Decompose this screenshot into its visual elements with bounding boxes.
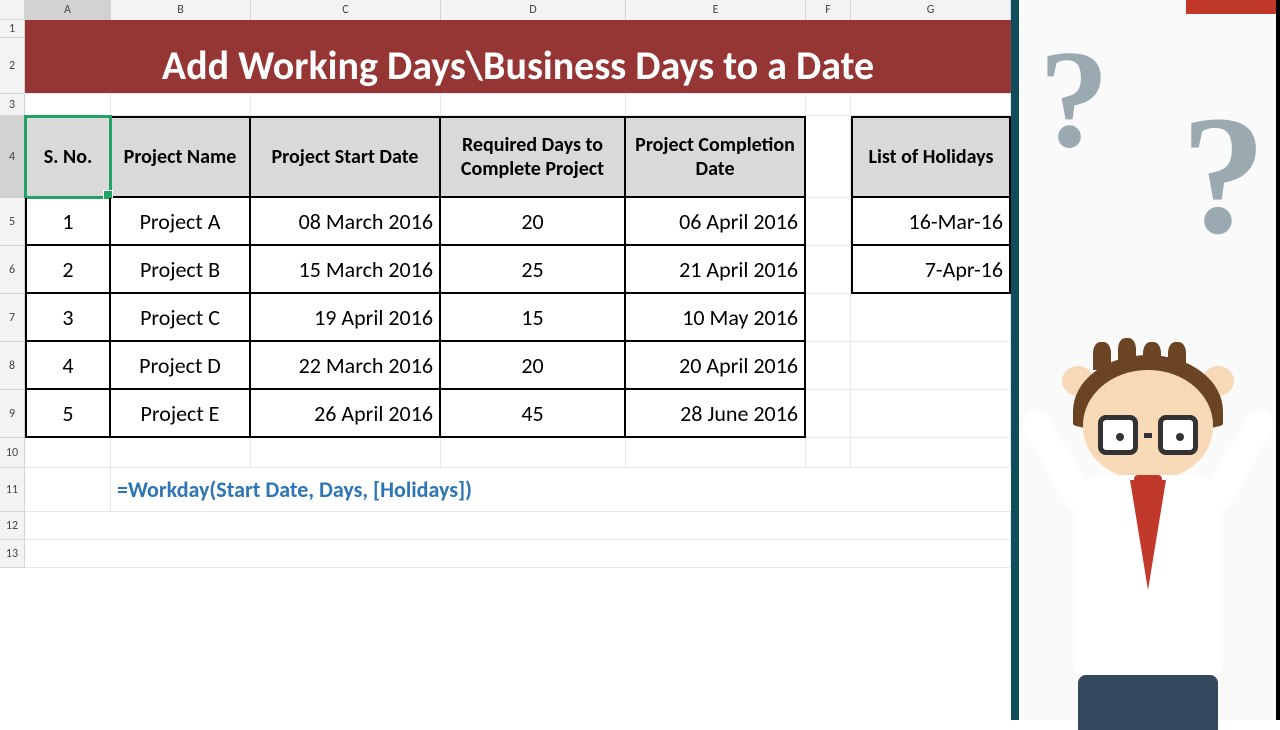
cell-holiday[interactable]: 7-Apr-16	[851, 246, 1011, 294]
cell-required-days[interactable]: 45	[441, 390, 626, 438]
table-row: 95Project E26 April 20164528 June 2016	[0, 390, 1011, 438]
cell-sno[interactable]: 3	[25, 294, 111, 342]
col-head-F[interactable]: F	[806, 0, 851, 20]
row-head-2[interactable]: 2	[0, 38, 25, 94]
cell-completion-date[interactable]: 20 April 2016	[626, 342, 806, 390]
cell-project-name[interactable]: Project B	[111, 246, 251, 294]
row-head-3[interactable]: 3	[0, 94, 25, 116]
cell-start-date[interactable]: 22 March 2016	[251, 342, 441, 390]
col-head-B[interactable]: B	[111, 0, 251, 20]
col-head-G[interactable]: G	[851, 0, 1011, 20]
cell-project-name[interactable]: Project D	[111, 342, 251, 390]
cell-required-days[interactable]: 25	[441, 246, 626, 294]
row-head-4[interactable]: 4	[0, 116, 25, 198]
question-mark-icon: ?	[1181, 90, 1266, 260]
title-cell[interactable]: Add Working Days\Business Days to a Date	[25, 38, 1011, 94]
cell-sno[interactable]: 2	[25, 246, 111, 294]
cell-sno[interactable]: 1	[25, 198, 111, 246]
cell-completion-date[interactable]: 28 June 2016	[626, 390, 806, 438]
row-head-13[interactable]: 13	[0, 540, 25, 568]
col-head-E[interactable]: E	[626, 0, 806, 20]
table-row: 84Project D22 March 20162020 April 2016	[0, 342, 1011, 390]
row-head-7[interactable]: 7	[0, 294, 25, 342]
cell-project-name[interactable]: Project C	[111, 294, 251, 342]
row-head-11[interactable]: 11	[0, 468, 25, 512]
table-row: 51Project A08 March 20162006 April 2016 1…	[0, 198, 1011, 246]
table-row: 73Project C19 April 20161510 May 2016	[0, 294, 1011, 342]
col-head-D[interactable]: D	[441, 0, 626, 20]
row-1: 1	[0, 20, 1011, 38]
header-project-name[interactable]: Project Name	[111, 116, 251, 198]
cell-sno[interactable]: 5	[25, 390, 111, 438]
decorative-red-bar	[1186, 0, 1276, 14]
data-rows: 51Project A08 March 20162006 April 20161…	[0, 198, 1011, 438]
cell-start-date[interactable]: 15 March 2016	[251, 246, 441, 294]
row-head-1[interactable]: 1	[0, 20, 25, 38]
cell-project-name[interactable]: Project E	[111, 390, 251, 438]
cell-completion-date[interactable]: 21 April 2016	[626, 246, 806, 294]
confused-person-illustration	[1038, 310, 1258, 730]
cell-start-date[interactable]: 26 April 2016	[251, 390, 441, 438]
illustration-panel: ? ?	[1011, 0, 1280, 720]
row-11: 11 =Workday(Start Date, Days, [Holidays]…	[0, 468, 1011, 512]
spreadsheet-area: A B C D E F G 1 2 Add Working Days\Busin…	[0, 0, 1011, 720]
header-completion-date[interactable]: Project Completion Date	[626, 116, 806, 198]
row-12: 12	[0, 512, 1011, 540]
row-2: 2 Add Working Days\Business Days to a Da…	[0, 38, 1011, 94]
cell-sno[interactable]: 4	[25, 342, 111, 390]
cell-required-days[interactable]: 20	[441, 198, 626, 246]
cell-required-days[interactable]: 15	[441, 294, 626, 342]
col-head-C[interactable]: C	[251, 0, 441, 20]
header-sno[interactable]: S. No.	[25, 116, 111, 198]
row-head-10[interactable]: 10	[0, 438, 25, 468]
row-13: 13	[0, 540, 1011, 568]
select-all-corner[interactable]	[0, 0, 25, 20]
header-start-date[interactable]: Project Start Date	[251, 116, 441, 198]
row-10: 10	[0, 438, 1011, 468]
cell-holiday[interactable]: 16-Mar-16	[851, 198, 1011, 246]
cell-project-name[interactable]: Project A	[111, 198, 251, 246]
question-mark-icon: ?	[1039, 30, 1109, 170]
cell-start-date[interactable]: 19 April 2016	[251, 294, 441, 342]
row-4: 4 S. No. Project Name Project Start Date…	[0, 116, 1011, 198]
cell-required-days[interactable]: 20	[441, 342, 626, 390]
header-required-days[interactable]: Required Days to Complete Project	[441, 116, 626, 198]
cell-start-date[interactable]: 08 March 2016	[251, 198, 441, 246]
col-head-A[interactable]: A	[25, 0, 111, 20]
table-row: 62Project B15 March 20162521 April 2016 7…	[0, 246, 1011, 294]
row-head-9[interactable]: 9	[0, 390, 25, 438]
formula-cell[interactable]: =Workday(Start Date, Days, [Holidays])	[111, 468, 1011, 512]
header-holidays[interactable]: List of Holidays	[851, 116, 1011, 198]
row-head-12[interactable]: 12	[0, 512, 25, 540]
row-head-8[interactable]: 8	[0, 342, 25, 390]
cell-title-top[interactable]	[25, 20, 1011, 38]
cell-completion-date[interactable]: 06 April 2016	[626, 198, 806, 246]
row-3: 3	[0, 94, 1011, 116]
cell-completion-date[interactable]: 10 May 2016	[626, 294, 806, 342]
column-headers: A B C D E F G	[0, 0, 1011, 20]
row-head-6[interactable]: 6	[0, 246, 25, 294]
row-head-5[interactable]: 5	[0, 198, 25, 246]
